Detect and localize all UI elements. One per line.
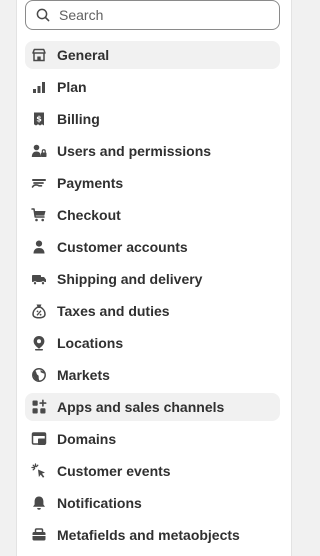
nav-item-general[interactable]: General — [25, 41, 280, 69]
store-icon — [31, 47, 47, 63]
nav-item-users-and-permissions[interactable]: Users and permissions — [25, 137, 280, 165]
billing-receipt-icon: $ — [31, 111, 47, 127]
nav-item-label: Users and permissions — [57, 143, 212, 159]
nav-item-label: Apps and sales channels — [57, 399, 225, 415]
nav-item-taxes-and-duties[interactable]: Taxes and duties — [25, 297, 280, 325]
nav-item-label: Checkout — [57, 207, 121, 223]
nav-item-customer-accounts[interactable]: Customer accounts — [25, 233, 280, 261]
metafields-icon — [31, 527, 47, 543]
nav-item-label: Metafields and metaobjects — [57, 527, 240, 543]
svg-text:$: $ — [36, 115, 42, 124]
search-box[interactable] — [25, 0, 280, 30]
nav-item-label: Locations — [57, 335, 124, 351]
nav-item-domains[interactable]: Domains — [25, 425, 280, 453]
nav-item-label: Payments — [57, 175, 124, 191]
tax-bag-icon — [31, 303, 47, 319]
nav-item-label: Taxes and duties — [57, 303, 170, 319]
nav-item-payments[interactable]: Payments — [25, 169, 280, 197]
search-input[interactable] — [59, 7, 259, 23]
nav-item-markets[interactable]: Markets — [25, 361, 280, 389]
nav-item-notifications[interactable]: Notifications — [25, 489, 280, 517]
cursor-click-icon — [31, 463, 47, 479]
location-pin-icon — [31, 335, 47, 351]
nav-item-shipping-and-delivery[interactable]: Shipping and delivery — [25, 265, 280, 293]
nav-item-label: Customer accounts — [57, 239, 188, 255]
apps-icon — [31, 399, 47, 415]
bell-icon — [31, 495, 47, 511]
nav-item-checkout[interactable]: Checkout — [25, 201, 280, 229]
payments-hand-icon — [31, 175, 47, 191]
plan-chart-icon — [31, 79, 47, 95]
nav-item-label: General — [57, 47, 110, 63]
globe-icon — [31, 367, 47, 383]
settings-panel: General Plan $ Billing Users and permiss… — [16, 0, 292, 556]
users-lock-icon — [31, 143, 47, 159]
person-icon — [31, 239, 47, 255]
settings-nav: General Plan $ Billing Users and permiss… — [25, 41, 280, 553]
nav-item-label: Domains — [57, 431, 117, 447]
nav-item-billing[interactable]: $ Billing — [25, 105, 280, 133]
nav-item-label: Markets — [57, 367, 110, 383]
domain-icon — [31, 431, 47, 447]
truck-icon — [31, 271, 47, 287]
nav-item-label: Shipping and delivery — [57, 271, 203, 287]
cart-icon — [31, 207, 47, 223]
search-icon — [35, 7, 51, 23]
nav-item-label: Billing — [57, 111, 100, 127]
nav-item-label: Notifications — [57, 495, 142, 511]
nav-item-plan[interactable]: Plan — [25, 73, 280, 101]
nav-item-label: Customer events — [57, 463, 171, 479]
nav-item-locations[interactable]: Locations — [25, 329, 280, 357]
nav-item-metafields-and-metaobjects[interactable]: Metafields and metaobjects — [25, 521, 280, 549]
nav-item-customer-events[interactable]: Customer events — [25, 457, 280, 485]
nav-item-apps-and-sales-channels[interactable]: Apps and sales channels — [25, 393, 280, 421]
nav-item-label: Plan — [57, 79, 87, 95]
